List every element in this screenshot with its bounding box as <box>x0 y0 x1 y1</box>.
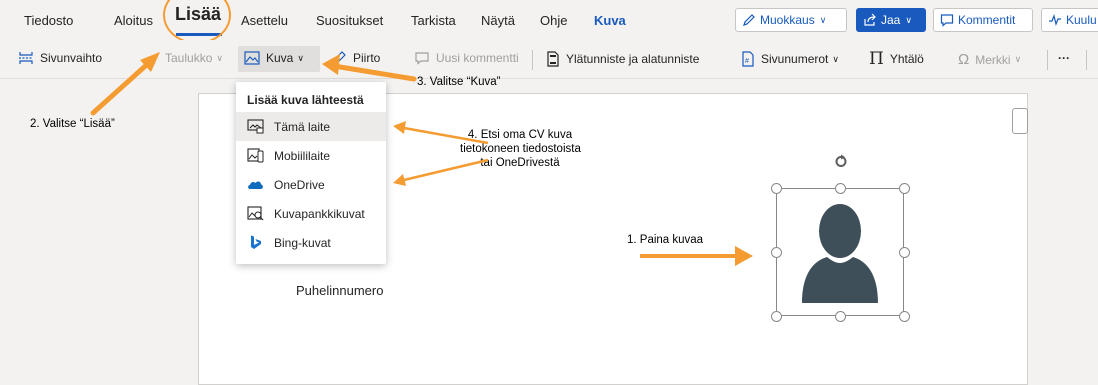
stock-images-icon <box>247 206 264 221</box>
page-break-icon <box>19 52 33 64</box>
bing-icon <box>251 235 261 249</box>
equation-label: Yhtälö <box>889 52 924 66</box>
menu-item-this-device[interactable]: Tämä laite <box>236 112 386 141</box>
rotate-handle-icon[interactable] <box>834 154 848 168</box>
equation-button[interactable]: Π Yhtälö <box>869 49 924 69</box>
header-footer-icon <box>547 51 559 67</box>
tab-tarkista[interactable]: Tarkista <box>411 13 456 28</box>
chevron-down-icon: ∨ <box>832 53 839 64</box>
picture-button[interactable]: Kuva ∨ <box>244 51 304 65</box>
resize-handle-sw[interactable] <box>771 311 782 322</box>
ribbon-tabs: Tiedosto Aloitus Lisää Asettelu Suosituk… <box>0 0 1098 44</box>
annotation-step-4-line-1: 4. Etsi oma CV kuva <box>467 129 573 141</box>
resize-handle-ne[interactable] <box>899 183 910 194</box>
picture-label: Kuva <box>266 51 294 65</box>
tab-kuva[interactable]: Kuva <box>594 13 626 28</box>
tab-nayta[interactable]: Näytä <box>481 13 515 28</box>
tab-aloitus[interactable]: Aloitus <box>114 13 153 28</box>
share-label: Jaa <box>881 13 901 27</box>
page-numbers-label: Sivunumerot <box>761 52 829 66</box>
drawing-label: Piirto <box>353 51 381 65</box>
image-selection-frame[interactable] <box>776 188 904 316</box>
editing-mode-label: Muokkaus <box>760 13 815 27</box>
divider <box>532 50 533 70</box>
tab-suositukset[interactable]: Suositukset <box>316 13 383 28</box>
resize-handle-e[interactable] <box>899 247 910 258</box>
more-commands-button[interactable]: ··· <box>1058 51 1070 65</box>
omega-icon: Ω <box>958 51 970 68</box>
table-label: Taulukko <box>165 51 213 65</box>
menu-item-stock-images[interactable]: Kuvapankkikuvat <box>236 199 386 228</box>
page-break-button[interactable]: Sivunvaihto <box>18 51 102 65</box>
menu-item-label: Bing-kuvat <box>274 235 331 250</box>
chevron-down-icon: ∨ <box>297 52 304 63</box>
resize-handle-w[interactable] <box>771 247 782 258</box>
pencil-icon <box>743 14 755 26</box>
annotation-step-4-line-2: tietokoneen tiedostoista <box>460 143 581 155</box>
resize-handle-n[interactable] <box>835 183 846 194</box>
table-button[interactable]: Taulukko ∨ <box>147 51 223 65</box>
page-break-label: Sivunvaihto <box>40 51 103 65</box>
menu-item-label: Tämä laite <box>274 119 331 134</box>
comment-icon <box>940 14 954 27</box>
chevron-down-icon: ∨ <box>1014 54 1022 64</box>
page-numbers-button[interactable]: # Sivunumerot ∨ <box>741 51 839 67</box>
header-footer-label: Ylätunniste ja alatunniste <box>566 52 700 66</box>
dropdown-header: Lisää kuva lähteestä <box>247 93 364 107</box>
comment-box-fragment[interactable] <box>1012 108 1028 134</box>
insert-picture-dropdown: Lisää kuva lähteestä Tämä laite Mobiilil… <box>236 82 386 264</box>
picture-icon <box>244 51 260 65</box>
mobile-device-icon <box>247 148 264 163</box>
annotation-step-4: 4. Etsi oma CV kuva tietokoneen tiedosto… <box>460 128 581 170</box>
symbol-button[interactable]: Ω Merkki ∨ <box>958 51 1021 68</box>
divider <box>1047 50 1048 70</box>
drawing-button[interactable]: Piirto <box>331 51 380 65</box>
comments-button[interactable]: Kommentit <box>933 8 1033 32</box>
editing-mode-button[interactable]: Muokkaus ∨ <box>735 8 847 32</box>
menu-item-label: OneDrive <box>274 177 325 192</box>
menu-item-label: Mobiililaite <box>274 148 331 163</box>
share-icon <box>864 13 876 26</box>
resize-handle-se[interactable] <box>899 311 910 322</box>
this-device-icon <box>247 119 264 134</box>
chevron-down-icon: ∨ <box>905 14 912 25</box>
menu-item-mobile-device[interactable]: Mobiililaite <box>236 141 386 170</box>
menu-item-bing[interactable]: Bing-kuvat <box>236 228 386 257</box>
share-button[interactable]: Jaa ∨ <box>856 8 926 32</box>
tab-tiedosto[interactable]: Tiedosto <box>24 13 73 28</box>
catch-up-button[interactable]: Kuulu <box>1041 8 1098 32</box>
tab-ohje[interactable]: Ohje <box>540 13 567 28</box>
tab-asettelu[interactable]: Asettelu <box>241 13 288 28</box>
annotation-step-4-line-3: tai OneDrivestä <box>480 157 560 169</box>
divider <box>1086 50 1087 70</box>
symbol-label: Merkki <box>975 52 1011 67</box>
menu-item-onedrive[interactable]: OneDrive <box>236 170 386 199</box>
lisaa-highlight-circle <box>163 0 231 44</box>
header-footer-button[interactable]: Ylätunniste ja alatunniste <box>546 51 699 67</box>
comments-label: Kommentit <box>958 13 1016 27</box>
chevron-down-icon: ∨ <box>819 14 827 25</box>
resize-handle-nw[interactable] <box>771 183 782 194</box>
catch-up-label: Kuulu <box>1066 13 1097 27</box>
new-comment-icon <box>415 52 429 65</box>
annotation-step-2: 2. Valitse “Lisää” <box>30 118 115 130</box>
drawing-icon <box>331 51 346 64</box>
phone-number-label[interactable]: Puhelinnumero <box>296 283 383 298</box>
resize-handle-s[interactable] <box>835 311 846 322</box>
new-comment-button[interactable]: Uusi kommentti <box>414 51 519 65</box>
person-placeholder-icon <box>802 204 878 303</box>
menu-item-label: Kuvapankkikuvat <box>274 206 365 221</box>
svg-text:#: # <box>745 58 749 65</box>
pulse-icon <box>1049 14 1061 26</box>
chevron-down-icon: ∨ <box>216 52 223 63</box>
onedrive-icon <box>248 181 263 189</box>
annotation-step-3: 3. Valitse “Kuva” <box>417 76 501 88</box>
pi-icon: Π <box>869 49 884 69</box>
annotation-step-1: 1. Paina kuvaa <box>627 234 704 246</box>
page-numbers-icon: # <box>742 51 754 67</box>
new-comment-label: Uusi kommentti <box>436 51 519 65</box>
